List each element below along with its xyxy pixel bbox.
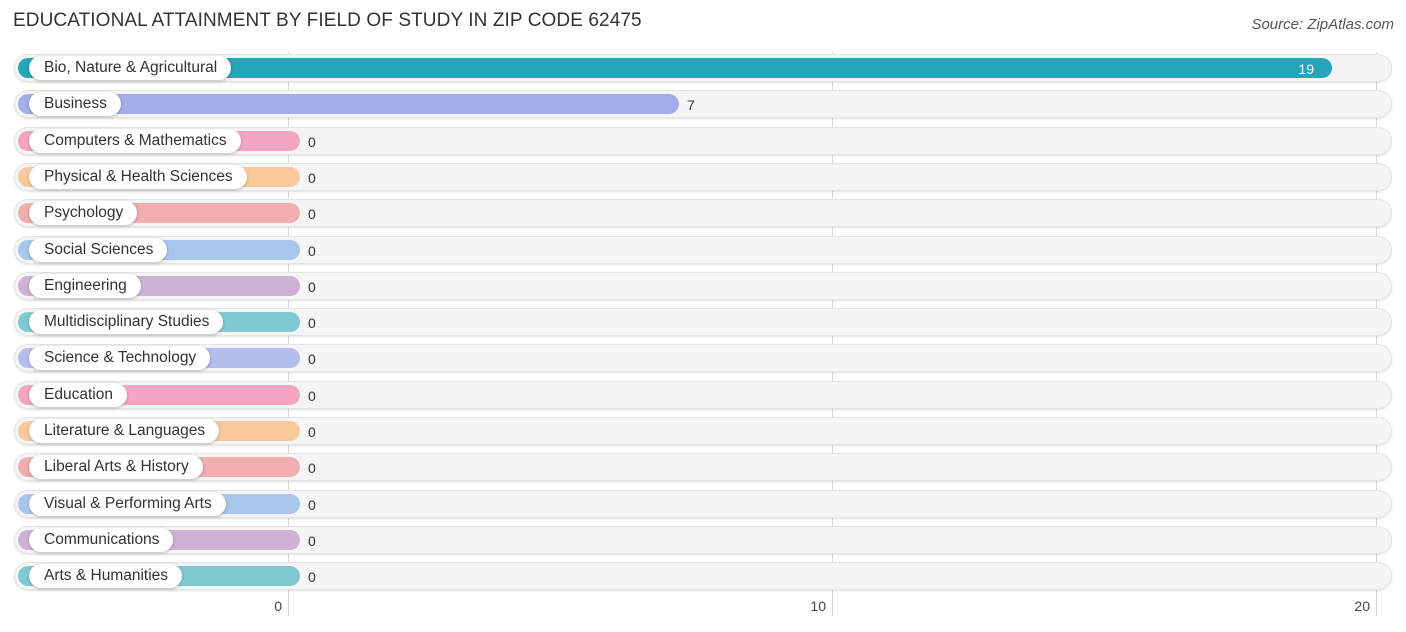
value-label: 0 — [308, 460, 316, 476]
value-label: 0 — [308, 497, 316, 513]
value-label: 19 — [1298, 61, 1314, 77]
value-label: 0 — [308, 170, 316, 186]
value-label: 0 — [308, 351, 316, 367]
value-label: 0 — [308, 315, 316, 331]
x-tick-label: 0 — [274, 598, 282, 614]
value-label: 0 — [308, 569, 316, 585]
value-label: 0 — [308, 533, 316, 549]
category-label: Literature & Languages — [29, 419, 220, 443]
x-tick-label: 20 — [1354, 598, 1370, 614]
category-label: Visual & Performing Arts — [29, 492, 226, 516]
category-label: Psychology — [29, 201, 138, 225]
value-label: 0 — [308, 134, 316, 150]
category-label: Liberal Arts & History — [29, 455, 203, 479]
category-label: Engineering — [29, 274, 141, 298]
category-label: Education — [29, 383, 127, 407]
category-label: Business — [29, 92, 121, 116]
value-label: 0 — [308, 243, 316, 259]
value-label: 0 — [308, 206, 316, 222]
value-label: 7 — [687, 97, 695, 113]
category-label: Science & Technology — [29, 346, 211, 370]
value-label: 0 — [308, 279, 316, 295]
category-label: Computers & Mathematics — [29, 129, 241, 153]
category-label: Communications — [29, 528, 174, 552]
value-label: 0 — [308, 424, 316, 440]
category-label: Multidisciplinary Studies — [29, 310, 224, 334]
category-label: Bio, Nature & Agricultural — [29, 56, 232, 80]
x-tick-label: 10 — [810, 598, 826, 614]
category-label: Physical & Health Sciences — [29, 165, 247, 189]
category-label: Social Sciences — [29, 238, 168, 262]
value-label: 0 — [308, 388, 316, 404]
bar-chart: 0 10 20 Bio, Nature & Agricultural 19 Busines… — [0, 0, 1406, 632]
category-label: Arts & Humanities — [29, 564, 183, 588]
